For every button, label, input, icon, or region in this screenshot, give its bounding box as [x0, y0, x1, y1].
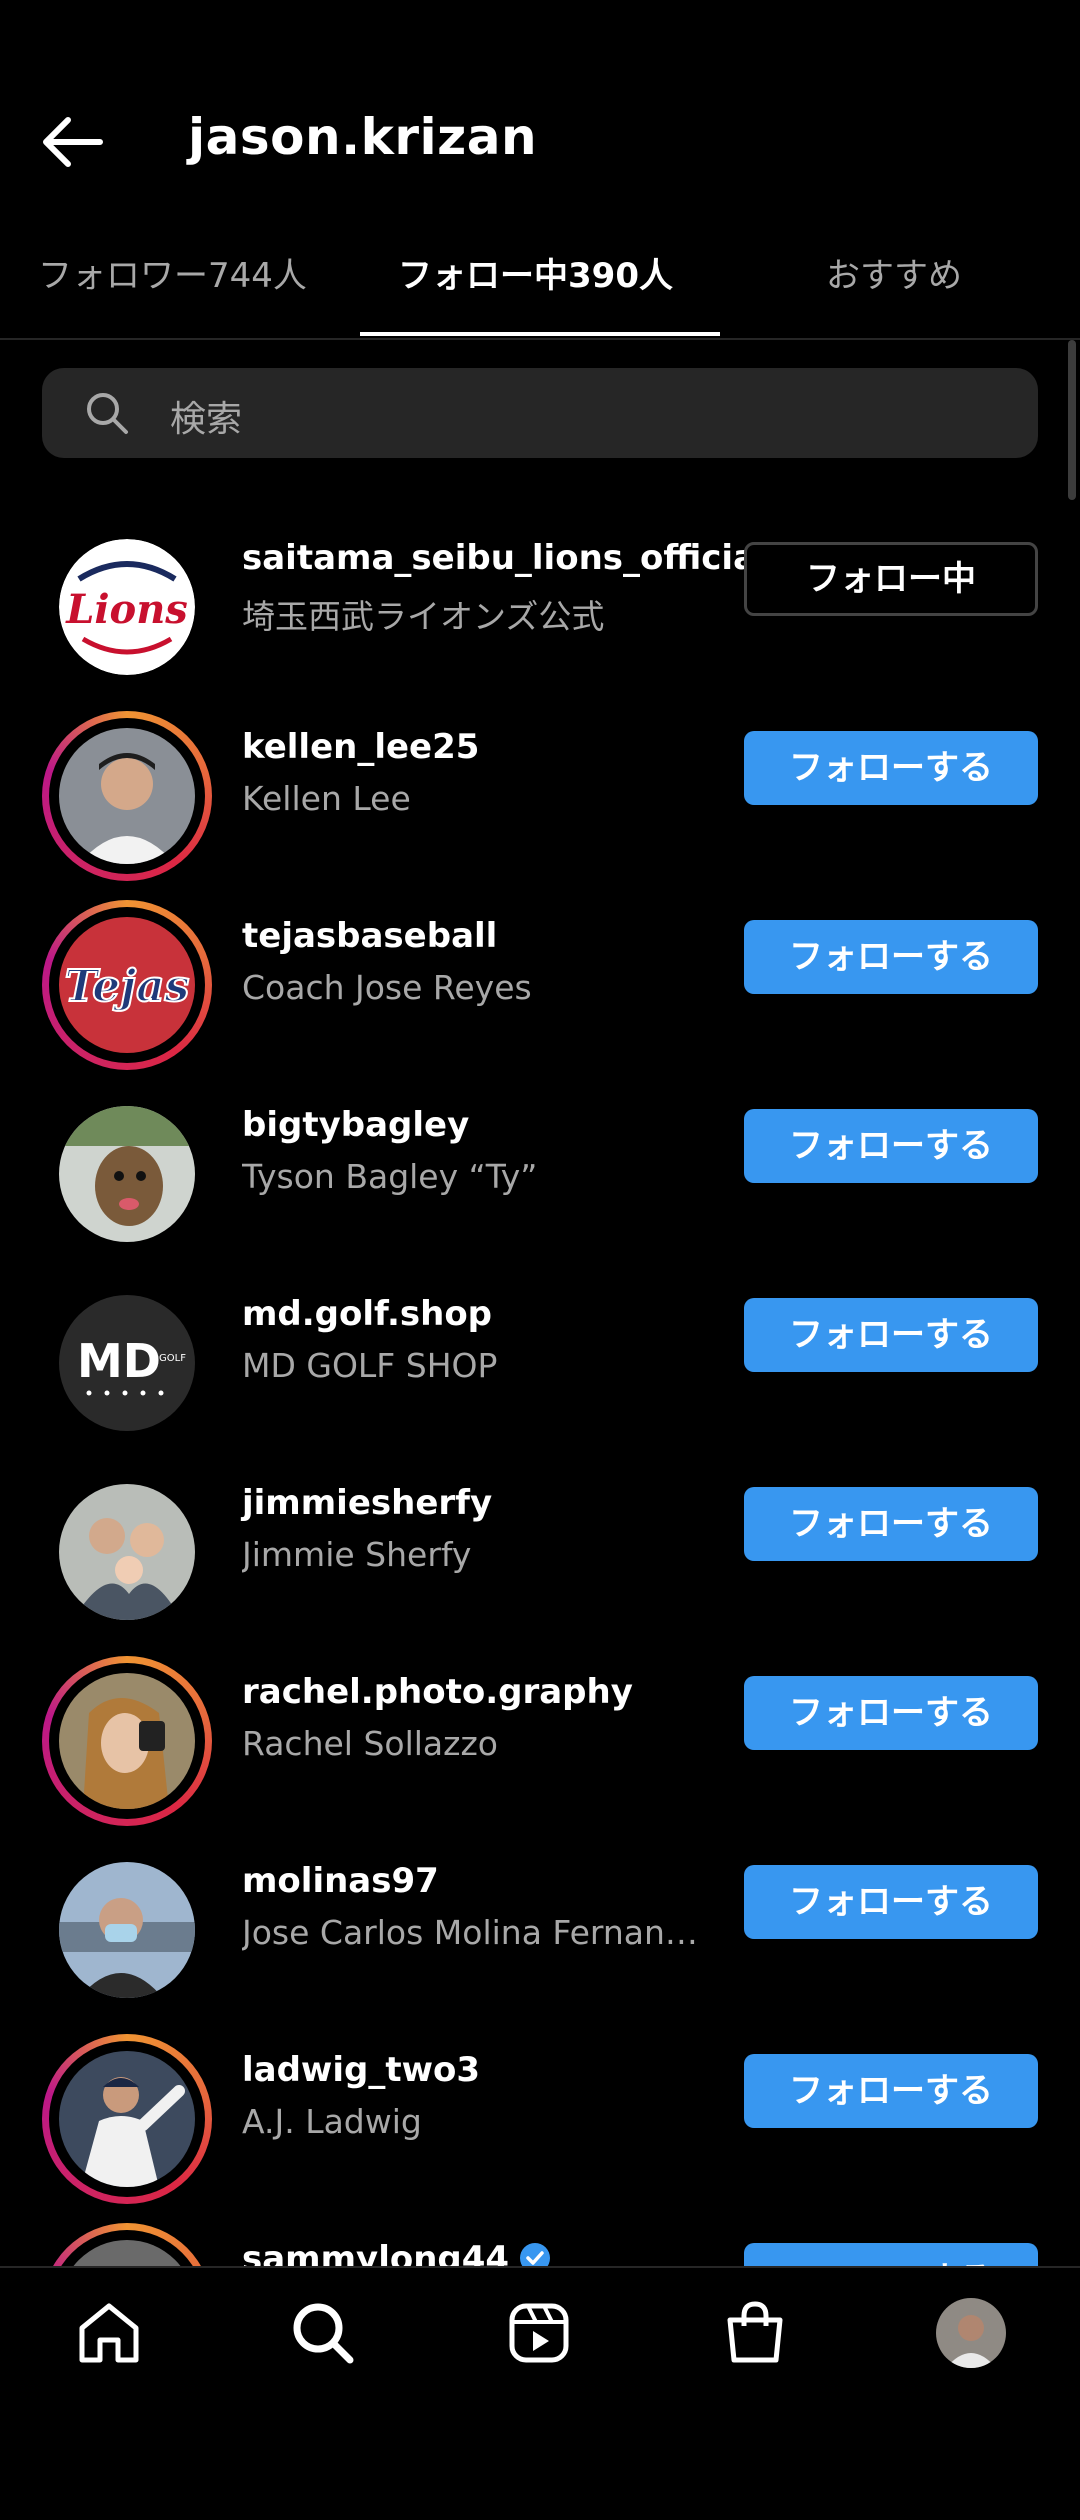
verified-badge-icon — [520, 2243, 551, 2266]
svg-text:GOLF: GOLF — [159, 1353, 186, 1364]
search-placeholder: 検索 — [170, 399, 243, 440]
list-item[interactable]: Lions saitama_seibu_lions_official 埼玉西武ラ… — [0, 500, 1080, 689]
avatar[interactable]: MD GOLF — [42, 1278, 212, 1448]
following-list: Lions saitama_seibu_lions_official 埼玉西武ラ… — [0, 500, 1080, 2266]
username[interactable]: molinas97 — [242, 1861, 439, 1901]
follow-button[interactable]: フォローする — [744, 2054, 1038, 2128]
avatar[interactable] — [42, 711, 212, 881]
bottom-navigation — [0, 2266, 1080, 2398]
username[interactable]: sammylong44 — [242, 2239, 551, 2266]
active-tab-indicator — [360, 332, 720, 336]
avatar[interactable] — [42, 1467, 212, 1637]
full-name: Tyson Bagley “Ty” — [242, 1157, 538, 1196]
avatar[interactable]: Lions — [42, 522, 212, 692]
follow-button[interactable]: フォローする — [744, 1487, 1038, 1561]
full-name: Coach Jose Reyes — [242, 968, 532, 1007]
tab-followers[interactable]: フォロワー744人 — [38, 248, 307, 297]
list-item[interactable]: ladwig_two3 A.J. Ladwig フォローする — [0, 2012, 1080, 2204]
full-name: Kellen Lee — [242, 779, 411, 818]
full-name: 埼玉西武ライオンズ公式 — [242, 597, 605, 636]
list-item[interactable]: rachel.photo.graphy Rachel Sollazzo フォロー… — [0, 1634, 1080, 1826]
shop-icon[interactable] — [720, 2298, 790, 2368]
avatar[interactable] — [42, 2034, 212, 2204]
following-button[interactable]: フォロー中 — [744, 542, 1038, 616]
full-name: MD GOLF SHOP — [242, 1346, 498, 1385]
app-header: jason.krizan — [0, 0, 1080, 220]
list-item[interactable]: bigtybagley Tyson Bagley “Ty” フォローする — [0, 1067, 1080, 1256]
home-icon[interactable] — [74, 2298, 144, 2368]
full-name: Jimmie Sherfy — [242, 1535, 472, 1574]
back-button[interactable] — [40, 112, 104, 172]
full-name: A.J. Ladwig — [242, 2102, 422, 2141]
username[interactable]: kellen_lee25 — [242, 727, 479, 767]
page-title: jason.krizan — [188, 108, 538, 166]
list-item[interactable]: molinas97 Jose Carlos Molina Fernan… フォロ… — [0, 1823, 1080, 2012]
list-item[interactable]: jimmiesherfy Jimmie Sherfy フォローする — [0, 1445, 1080, 1634]
avatar[interactable] — [42, 1845, 212, 2015]
tab-bar: フォロワー744人 フォロー中390人 おすすめ — [0, 228, 1080, 340]
svg-text:Tejas: Tejas — [65, 961, 190, 1012]
reels-icon[interactable] — [504, 2298, 574, 2368]
list-item[interactable]: MD GOLF md.golf.shop MD GOLF SHOP フォローする — [0, 1256, 1080, 1445]
list-item[interactable]: Tejas tejasbaseball Coach Jose Reyes フォロ… — [0, 878, 1080, 1070]
tab-following[interactable]: フォロー中390人 — [398, 248, 673, 297]
username[interactable]: ladwig_two3 — [242, 2050, 480, 2090]
follow-button[interactable]: フォローする — [744, 1298, 1038, 1372]
username[interactable]: rachel.photo.graphy — [242, 1672, 633, 1712]
list-item[interactable]: kellen_lee25 Kellen Lee フォローする — [0, 689, 1080, 881]
scrollbar[interactable] — [1068, 340, 1076, 500]
username[interactable]: tejasbaseball — [242, 916, 497, 956]
arrow-left-icon — [43, 117, 103, 167]
username[interactable]: saitama_seibu_lions_official — [242, 538, 768, 578]
full-name: Jose Carlos Molina Fernan… — [242, 1913, 698, 1952]
tab-suggested[interactable]: おすすめ — [826, 248, 962, 297]
username[interactable]: bigtybagley — [242, 1105, 469, 1145]
follow-button[interactable]: フォローする — [744, 1109, 1038, 1183]
svg-text:Lions: Lions — [65, 586, 188, 633]
avatar[interactable] — [42, 2223, 212, 2266]
avatar[interactable]: Tejas — [42, 900, 212, 1070]
profile-avatar[interactable] — [936, 2298, 1006, 2368]
search-icon — [87, 393, 128, 434]
follow-button[interactable]: フォローする — [744, 1676, 1038, 1750]
search-input[interactable]: 検索 — [42, 368, 1038, 458]
follow-button[interactable]: フォローする — [744, 1865, 1038, 1939]
username[interactable]: md.golf.shop — [242, 1294, 492, 1334]
list-item[interactable]: sammylong44 フォローする — [0, 2201, 1080, 2266]
follow-button[interactable]: フォローする — [744, 920, 1038, 994]
follow-button[interactable]: フォローする — [744, 2243, 1038, 2266]
avatar[interactable] — [42, 1656, 212, 1826]
avatar[interactable] — [42, 1089, 212, 1259]
full-name: Rachel Sollazzo — [242, 1724, 498, 1763]
follow-button[interactable]: フォローする — [744, 731, 1038, 805]
username[interactable]: jimmiesherfy — [242, 1483, 492, 1523]
search-icon[interactable] — [288, 2298, 358, 2368]
svg-text:MD: MD — [77, 1334, 161, 1388]
